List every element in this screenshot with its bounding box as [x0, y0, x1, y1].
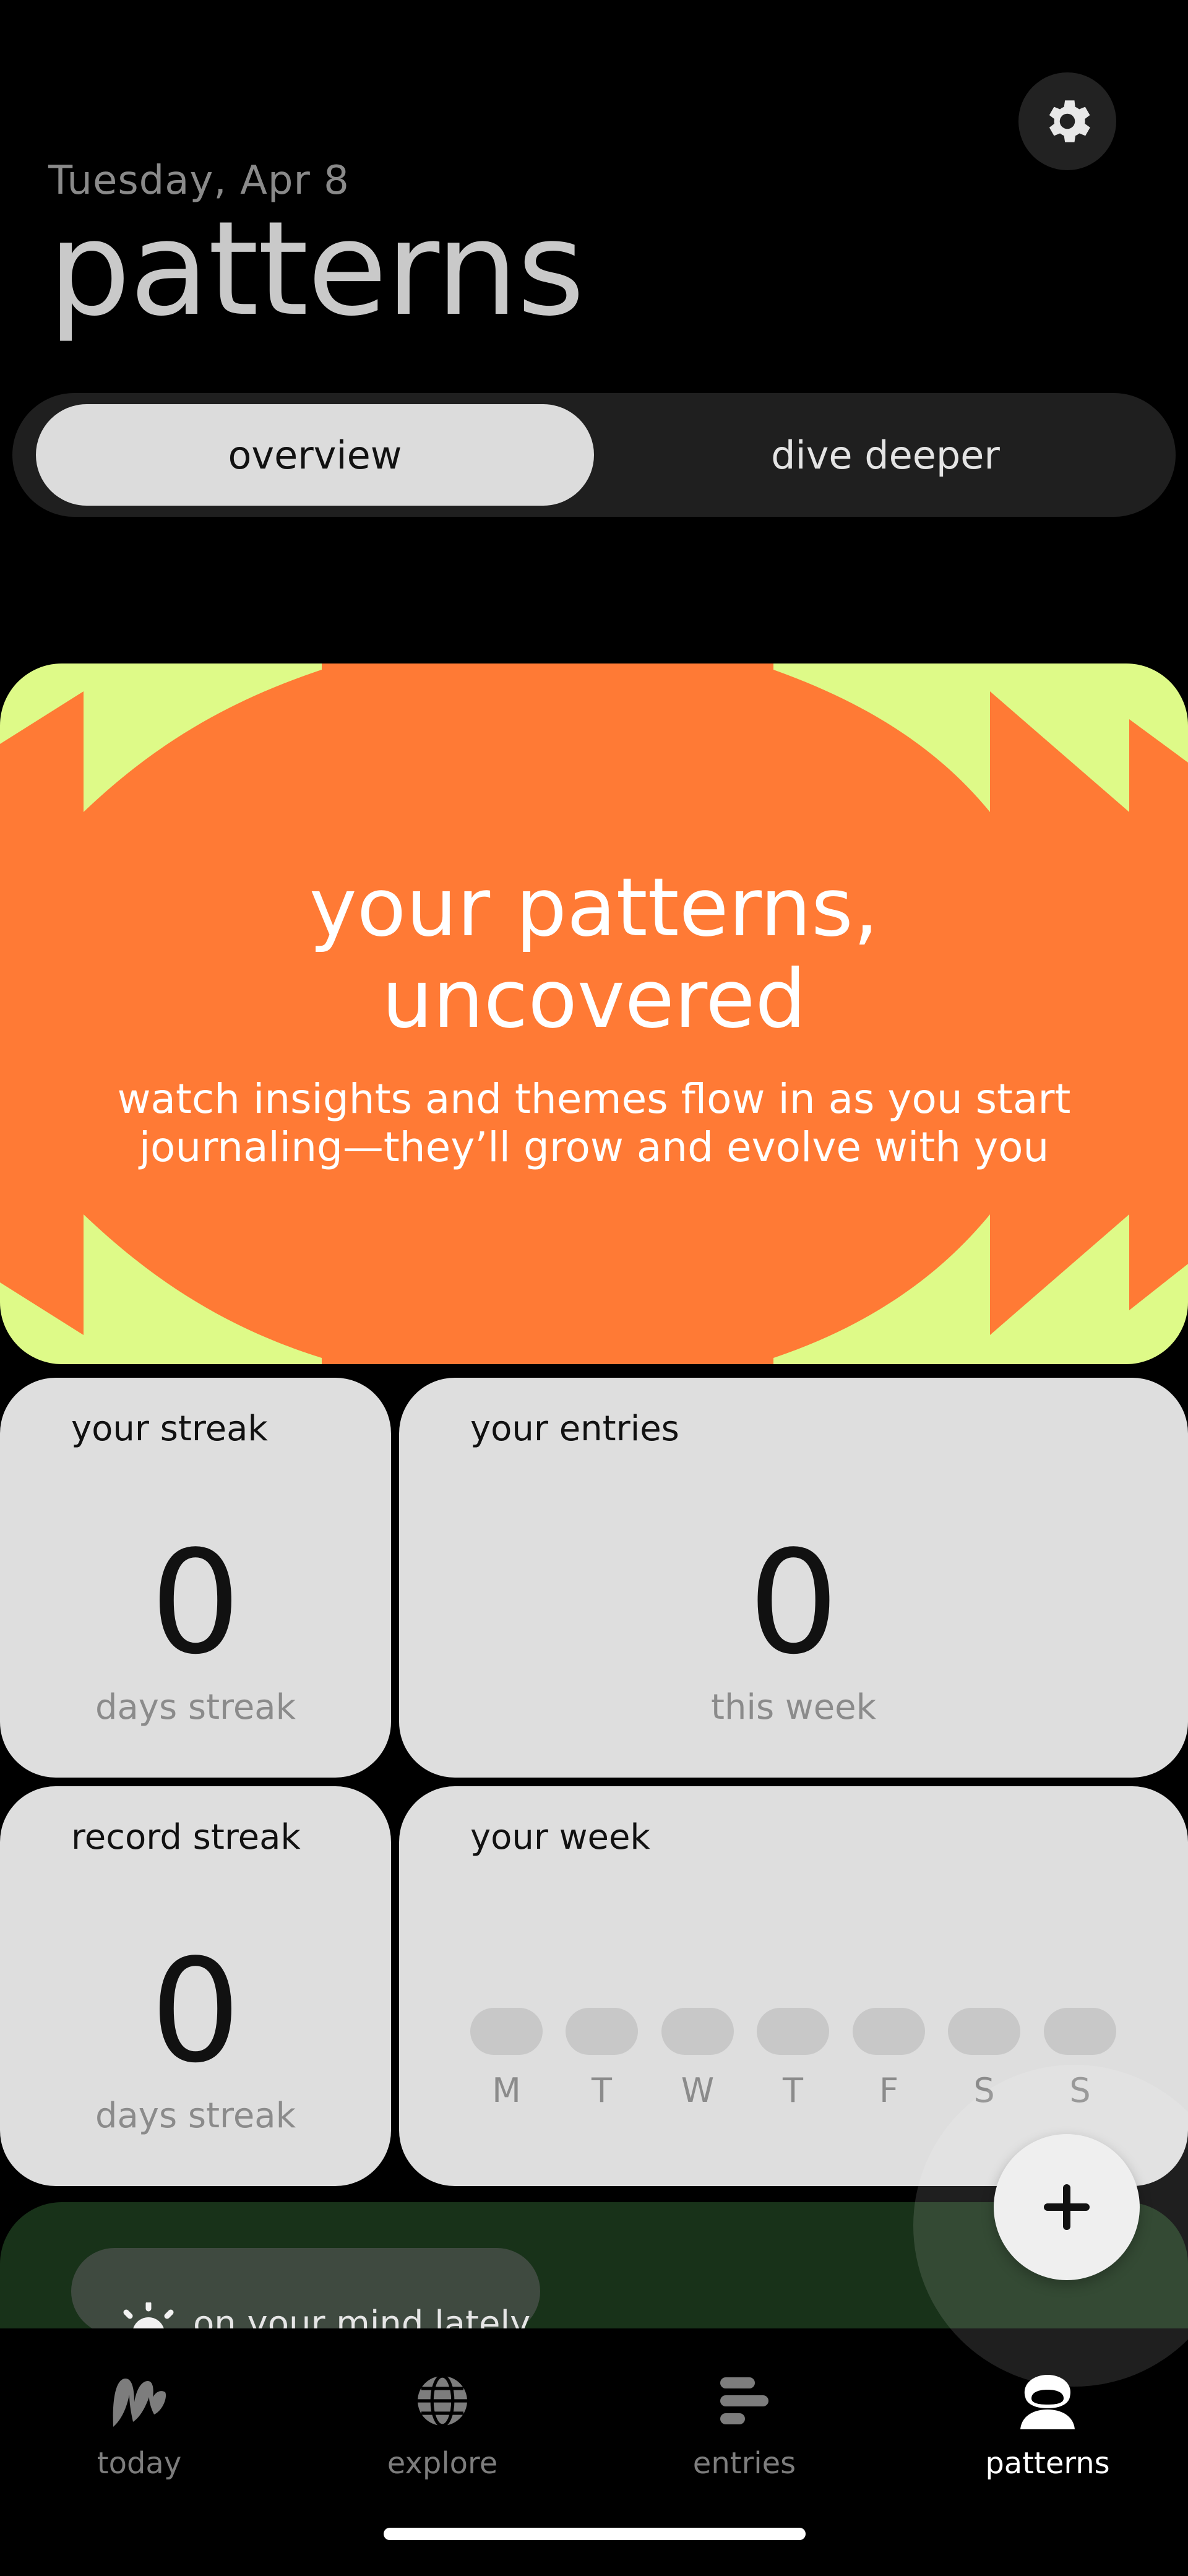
day-pill-sat	[948, 2008, 1020, 2055]
nav-item-explore[interactable]: explore	[350, 2367, 535, 2484]
page-title: patterns	[48, 193, 585, 345]
tab-dive-deeper[interactable]: dive deeper	[606, 404, 1164, 506]
day-label: M	[492, 2071, 521, 2110]
day-pill-fri	[853, 2008, 925, 2055]
streak-card[interactable]: your streak 0 days streak	[0, 1378, 391, 1778]
hero-subtitle: watch insights and themes flow in as you…	[0, 1075, 1188, 1172]
hero-subtitle-line-2: journaling—they’ll grow and evolve with …	[139, 1123, 1049, 1171]
day-pill-wed	[661, 2008, 734, 2055]
day-label: T	[592, 2071, 612, 2110]
hero-title: your patterns, uncovered	[0, 862, 1188, 1045]
day-label: F	[879, 2071, 899, 2110]
view-segmented-control: overview dive deeper	[12, 393, 1176, 517]
day-label: T	[783, 2071, 803, 2110]
record-streak-card[interactable]: record streak 0 days streak	[0, 1786, 391, 2186]
gear-icon	[1049, 100, 1090, 142]
nav-label-entries: entries	[692, 2446, 796, 2481]
patterns-hero-card: your patterns, uncovered watch insights …	[0, 663, 1188, 1364]
hero-subtitle-line-1: watch insights and themes flow in as you…	[117, 1075, 1071, 1123]
entries-lines-icon	[720, 2377, 768, 2424]
nav-label-explore: explore	[387, 2446, 498, 2481]
day-pill-mon	[470, 2008, 543, 2055]
day-pill-tue	[566, 2008, 638, 2055]
nav-label-today: today	[97, 2446, 182, 2481]
home-indicator[interactable]	[384, 2528, 806, 2540]
plus-icon	[1044, 2184, 1090, 2230]
today-logo-icon	[113, 2379, 166, 2427]
entries-value: 0	[748, 1521, 839, 1686]
record-caption: days streak	[95, 2096, 296, 2136]
streak-value: 0	[150, 1521, 241, 1686]
day-label: W	[681, 2071, 715, 2110]
record-value: 0	[150, 1929, 241, 2094]
tab-overview[interactable]: overview	[36, 404, 594, 506]
nav-item-today[interactable]: today	[46, 2367, 232, 2484]
nav-label-patterns: patterns	[985, 2446, 1110, 2481]
day-pill-sun	[1044, 2008, 1116, 2055]
entries-caption: this week	[710, 1687, 877, 1727]
nav-item-entries[interactable]: entries	[652, 2367, 837, 2484]
entries-card-title: your entries	[470, 1409, 679, 1449]
record-card-title: record streak	[71, 1817, 301, 1857]
streak-card-title: your streak	[71, 1409, 268, 1449]
hero-title-line-2: uncovered	[382, 952, 806, 1046]
entries-card[interactable]: your entries 0 this week	[399, 1378, 1188, 1778]
globe-icon	[418, 2374, 467, 2427]
week-card-title: your week	[470, 1817, 650, 1857]
new-entry-button[interactable]	[994, 2134, 1140, 2280]
settings-button[interactable]	[1018, 72, 1116, 170]
day-pill-thu	[757, 2008, 829, 2055]
hero-title-line-1: your patterns,	[309, 860, 879, 954]
streak-caption: days streak	[95, 1687, 296, 1727]
